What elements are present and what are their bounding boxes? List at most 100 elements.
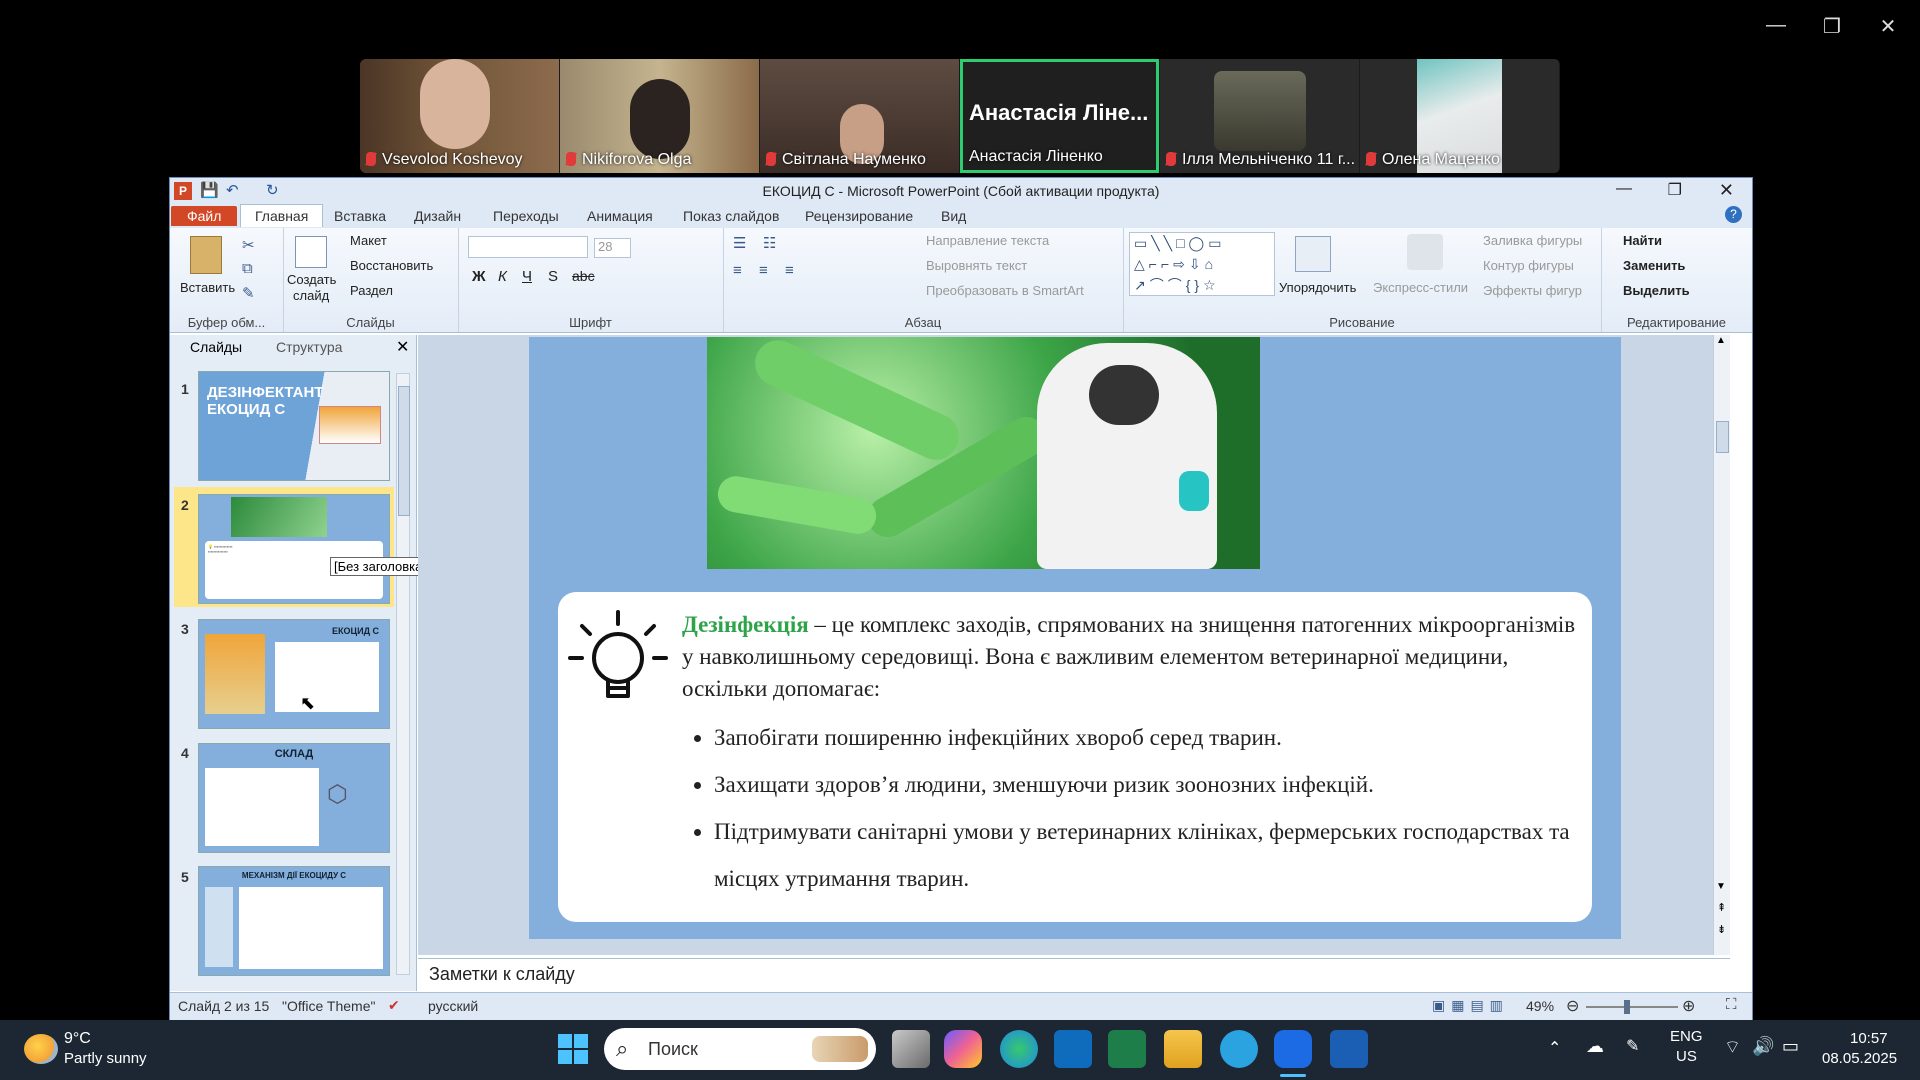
- font-size-select[interactable]: 28: [594, 238, 631, 258]
- scroll-up-icon[interactable]: ▲: [1716, 335, 1726, 346]
- find-button[interactable]: Найти: [1623, 233, 1662, 248]
- clock-date[interactable]: 08.05.2025: [1822, 1050, 1897, 1067]
- format-painter-icon[interactable]: ✎: [242, 284, 255, 302]
- new-slide-button[interactable]: Создать: [287, 272, 336, 287]
- shapes-gallery[interactable]: ▭╲╲□◯▭ △⌐⌐⇨⇩⌂ ↗⌒⌒{}☆: [1129, 232, 1275, 296]
- weather-desc[interactable]: Partly sunny: [64, 1050, 147, 1067]
- section-button[interactable]: Раздел: [350, 283, 393, 298]
- cloud-icon[interactable]: ☁: [1586, 1036, 1604, 1057]
- wifi-icon[interactable]: ⌔: [1724, 1036, 1741, 1059]
- battery-icon[interactable]: ▭: [1782, 1036, 1799, 1057]
- video-tile[interactable]: Vsevolod Koshevoy: [360, 59, 559, 173]
- tab-design[interactable]: Дизайн: [414, 208, 461, 224]
- pen-icon[interactable]: ✎: [1626, 1036, 1639, 1056]
- scrollbar-thumb[interactable]: [398, 386, 410, 516]
- tab-animation[interactable]: Анимация: [587, 208, 653, 224]
- editor-scrollbar[interactable]: ▲ ▼ ⇞ ⇟: [1713, 335, 1730, 955]
- restore-icon[interactable]: ❐: [1812, 14, 1852, 38]
- slide-thumbnail-2[interactable]: 💡 ▪▪▪▪▪▪▪▪▪▪▪▪▪ ▪▪▪▪▪▪▪▪▪▪▪▪▪▪: [198, 494, 390, 604]
- clock-time[interactable]: 10:57: [1850, 1030, 1888, 1047]
- video-tile[interactable]: Світлана Науменко: [760, 59, 959, 173]
- video-tile[interactable]: Nikiforova Olga: [560, 59, 759, 173]
- file-explorer-icon[interactable]: [1164, 1030, 1202, 1068]
- fit-slide-icon[interactable]: ⛶: [1726, 996, 1737, 1013]
- task-view-icon[interactable]: [892, 1030, 930, 1068]
- prev-slide-icon[interactable]: ⇞: [1717, 901, 1726, 914]
- align-text-button[interactable]: Выровнять текст: [926, 258, 1027, 273]
- close-icon[interactable]: ✕: [1719, 180, 1734, 201]
- slide-thumbnail-5[interactable]: МЕХАНІЗМ ДІЇ ЕКОЦИДУ С: [198, 866, 390, 976]
- slide-thumbnail-1[interactable]: ДЕЗІНФЕКТАНТ ЕКОЦИД С: [198, 371, 390, 481]
- search-box[interactable]: ⌕ Поиск: [604, 1028, 876, 1070]
- scroll-down-icon[interactable]: ▼: [1716, 881, 1726, 892]
- layout-button[interactable]: Макет: [350, 233, 387, 248]
- telegram-icon[interactable]: [1220, 1030, 1258, 1068]
- tab-view[interactable]: Вид: [941, 208, 966, 224]
- align-right-icon[interactable]: ≡: [785, 262, 794, 279]
- zoom-in-icon[interactable]: ⊕: [1682, 996, 1695, 1016]
- slide-thumbnail-3[interactable]: ЕКОЦИД С: [198, 619, 390, 729]
- cut-icon[interactable]: ✂: [242, 236, 255, 254]
- paste-button[interactable]: Вставить: [180, 280, 235, 295]
- next-slide-icon[interactable]: ⇟: [1717, 923, 1726, 936]
- language-region[interactable]: US: [1676, 1048, 1697, 1065]
- video-tile[interactable]: Ілля Мельніченко 11 г...: [1160, 59, 1359, 173]
- language-code[interactable]: ENG: [1670, 1028, 1703, 1045]
- restore-icon[interactable]: ❐: [1668, 180, 1682, 200]
- paste-icon[interactable]: [190, 236, 222, 274]
- copilot-icon[interactable]: [944, 1030, 982, 1068]
- tab-slideshow[interactable]: Показ слайдов: [683, 208, 779, 224]
- tab-outline[interactable]: Структура: [276, 339, 342, 355]
- shape-outline-button[interactable]: Контур фигуры: [1483, 258, 1574, 273]
- new-slide-label[interactable]: слайд: [293, 288, 329, 303]
- weather-temp[interactable]: 9°C: [64, 1030, 91, 1048]
- video-tile-active[interactable]: Анастасія Ліне... Анастасія Ліненко: [960, 59, 1159, 173]
- language[interactable]: русский: [428, 998, 478, 1014]
- video-tile[interactable]: Олена Маценко: [1360, 59, 1559, 173]
- tab-home[interactable]: Главная: [240, 204, 324, 227]
- notes-pane[interactable]: Заметки к слайду: [418, 958, 1730, 989]
- tab-slides[interactable]: Слайды: [190, 339, 242, 355]
- zoom-slider[interactable]: [1586, 1000, 1678, 1014]
- reset-button[interactable]: Восстановить: [350, 258, 433, 273]
- view-buttons[interactable]: ▣▦▤▥: [1432, 997, 1509, 1014]
- minimize-icon[interactable]: —: [1756, 14, 1796, 36]
- close-pane-icon[interactable]: ✕: [396, 337, 409, 357]
- select-button[interactable]: Выделить: [1623, 283, 1690, 298]
- tab-insert[interactable]: Вставка: [334, 208, 386, 224]
- replace-button[interactable]: Заменить: [1623, 258, 1685, 273]
- new-slide-icon[interactable]: [295, 236, 327, 268]
- arrange-button[interactable]: Упорядочить: [1279, 280, 1356, 295]
- align-center-icon[interactable]: ≡: [759, 262, 768, 279]
- font-name-select[interactable]: [468, 236, 588, 258]
- volume-icon[interactable]: 🔊: [1752, 1036, 1774, 1057]
- underline-icon[interactable]: Ч: [522, 268, 532, 285]
- text-box[interactable]: Дезінфекція – це комплекс заходів, спрям…: [558, 592, 1592, 922]
- strikethrough-icon[interactable]: abc: [572, 268, 595, 284]
- help-icon[interactable]: ?: [1725, 206, 1742, 223]
- bold-icon[interactable]: Ж: [472, 268, 486, 285]
- slide-canvas[interactable]: Дезінфекція – це комплекс заходів, спрям…: [529, 337, 1621, 939]
- edge-icon[interactable]: [1000, 1030, 1038, 1068]
- spellcheck-icon[interactable]: ✔: [388, 997, 400, 1014]
- weather-icon[interactable]: [24, 1034, 58, 1064]
- zoom-icon[interactable]: [1274, 1030, 1312, 1068]
- minimize-icon[interactable]: —: [1616, 180, 1632, 198]
- shape-effects-button[interactable]: Эффекты фигур: [1483, 283, 1582, 298]
- zoom-level[interactable]: 49%: [1526, 998, 1554, 1014]
- smartart-button[interactable]: Преобразовать в SmartArt: [926, 283, 1084, 298]
- app-icon[interactable]: [1108, 1030, 1146, 1068]
- zoom-slider-thumb[interactable]: [1624, 1000, 1630, 1014]
- zoom-out-icon[interactable]: ⊖: [1566, 996, 1579, 1016]
- pane-scrollbar[interactable]: [396, 373, 410, 975]
- italic-icon[interactable]: К: [498, 268, 507, 285]
- quick-styles-button[interactable]: Экспресс-стили: [1373, 280, 1468, 295]
- outlook-icon[interactable]: [1054, 1030, 1092, 1068]
- shape-fill-button[interactable]: Заливка фигуры: [1483, 233, 1582, 248]
- close-icon[interactable]: ✕: [1868, 14, 1908, 38]
- numbering-icon[interactable]: ☷: [763, 234, 776, 252]
- align-left-icon[interactable]: ≡: [733, 262, 742, 279]
- tab-review[interactable]: Рецензирование: [805, 208, 913, 224]
- copy-icon[interactable]: ⧉: [242, 260, 253, 277]
- quick-styles-icon[interactable]: [1407, 234, 1443, 270]
